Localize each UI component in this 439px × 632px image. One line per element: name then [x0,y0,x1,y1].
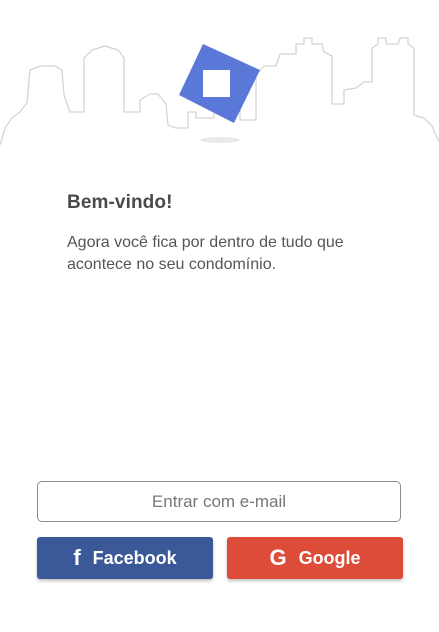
welcome-title: Bem-vindo! [67,192,173,213]
google-login-button[interactable]: G Google [227,537,403,579]
google-login-label: Google [298,547,361,568]
welcome-section: Bem-vindo! Agora você fica por dentro de… [67,192,407,276]
facebook-icon: f [73,545,81,570]
welcome-subtitle: Agora você fica por dentro de tudo que a… [67,234,344,273]
email-login-label: Entrar com e-mail [151,491,287,511]
facebook-login-label: Facebook [92,547,177,568]
facebook-login-button[interactable]: f Facebook [37,537,213,579]
google-icon: G [269,545,287,570]
city-skyline-illustration [0,37,439,146]
social-login-row: f Facebook G Google [37,537,403,579]
email-login-button[interactable]: Entrar com e-mail [37,481,401,522]
app-logo-icon [179,44,260,123]
header-illustration [0,0,439,160]
